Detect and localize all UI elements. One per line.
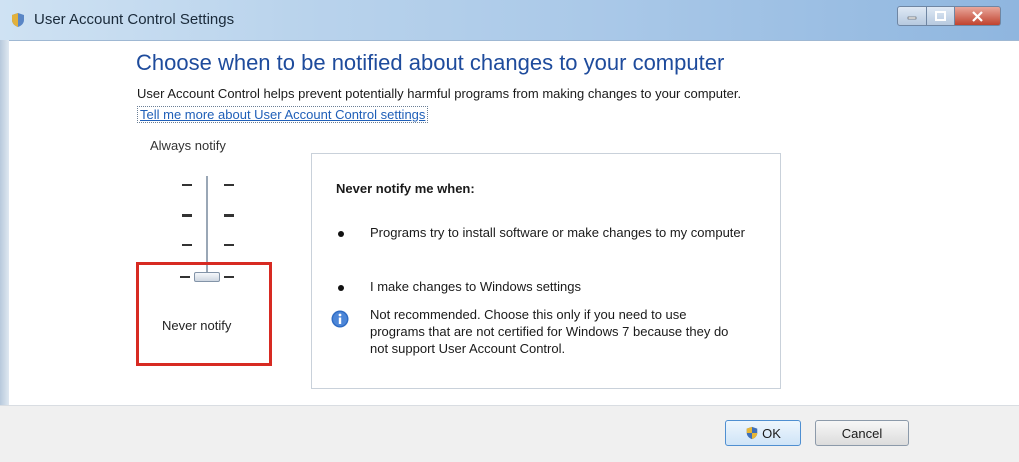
admin-shield-icon (746, 426, 758, 440)
bullet-item: I make changes to Windows settings (370, 279, 581, 294)
panel-title: Never notify me when: (336, 181, 475, 196)
highlight-annotation-box (136, 262, 272, 366)
slider-tick (182, 184, 192, 186)
info-icon (331, 310, 349, 328)
dialog-footer: OK Cancel (0, 405, 1019, 462)
slider-tick (224, 214, 234, 217)
learn-more-link[interactable]: Tell me more about User Account Control … (137, 106, 429, 123)
cancel-button-label: Cancel (841, 425, 883, 441)
maximize-button[interactable] (927, 6, 955, 26)
level-description-panel: Never notify me when: Programs try to in… (311, 153, 781, 389)
close-icon (972, 10, 983, 22)
always-notify-label: Always notify (150, 138, 226, 153)
slider-tick (224, 244, 234, 246)
ok-button[interactable]: OK (725, 420, 801, 446)
page-description: User Account Control helps prevent poten… (137, 86, 742, 101)
minimize-icon (907, 16, 917, 20)
bullet-dot (338, 231, 344, 237)
bullet-dot (338, 285, 344, 291)
never-notify-label: Never notify (162, 318, 232, 333)
warning-note: Not recommended. Choose this only if you… (370, 307, 729, 356)
maximize-icon (935, 11, 946, 21)
slider-tick (224, 184, 234, 186)
ok-button-label: OK (762, 425, 781, 441)
bullet-item: Programs try to install software or make… (370, 225, 745, 240)
window-left-border (0, 40, 9, 435)
minimize-button[interactable] (897, 6, 927, 26)
slider-tick (182, 244, 192, 246)
close-button[interactable] (955, 6, 1001, 26)
uac-settings-window: User Account Control Settings Choose whe… (0, 0, 1019, 462)
cancel-button[interactable]: Cancel (815, 420, 909, 446)
caption-buttons (897, 6, 1001, 28)
slider-tick (182, 214, 192, 217)
title-bar[interactable]: User Account Control Settings (0, 0, 1019, 41)
window-title: User Account Control Settings (34, 11, 235, 28)
page-heading: Choose when to be notified about changes… (136, 50, 725, 75)
uac-shield-icon (12, 13, 24, 27)
